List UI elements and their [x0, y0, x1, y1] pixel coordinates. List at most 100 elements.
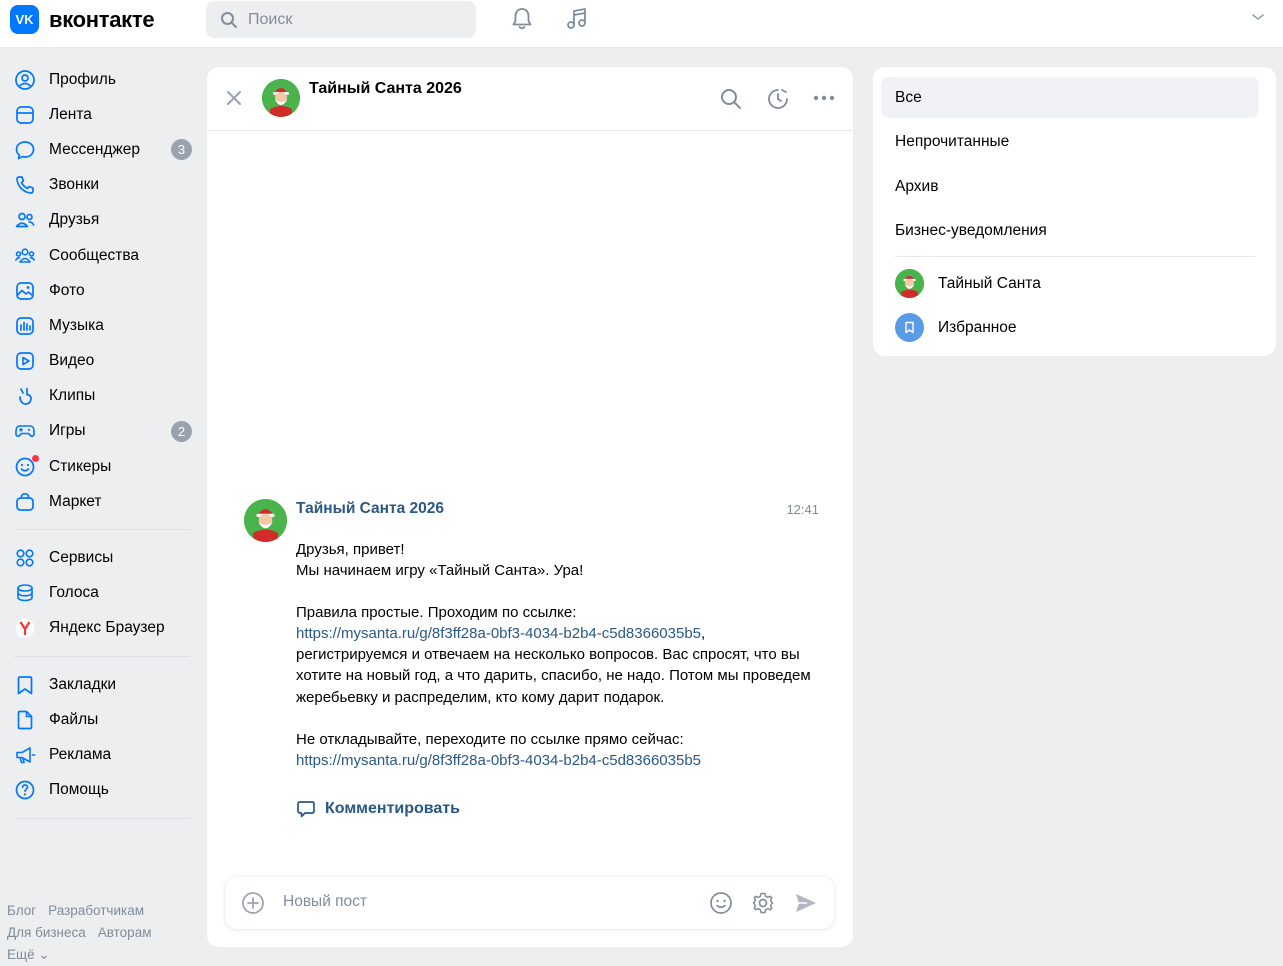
market-icon	[16, 492, 34, 511]
files-icon	[17, 710, 33, 730]
sidebar-item-market[interactable]: Маркет	[0, 484, 200, 519]
message-author-avatar[interactable]	[244, 499, 287, 542]
sidebar-item-label: Звонки	[49, 176, 100, 194]
bookmark-icon	[17, 675, 33, 694]
send-icon[interactable]	[793, 890, 819, 916]
sidebar-item-bookmarks[interactable]: Закладки	[0, 667, 200, 702]
footer-link-business[interactable]: Для бизнеса	[7, 925, 86, 940]
sidebar-item-photo[interactable]: Фото	[0, 273, 200, 308]
music-note-icon[interactable]	[564, 6, 590, 32]
sidebar-item-label: Профиль	[49, 70, 116, 88]
sidebar-item-label: Лента	[49, 105, 92, 123]
search-input[interactable]	[246, 9, 450, 30]
sidebar-item-video[interactable]: Видео	[0, 344, 200, 379]
filter-all[interactable]: Все	[881, 77, 1259, 118]
sidebar-divider	[14, 817, 190, 819]
left-navigation: Профиль Лента Мессенджер 3 Звонки Друзья…	[0, 62, 200, 829]
sidebar-item-clips[interactable]: Клипы	[0, 379, 200, 414]
emoji-icon[interactable]	[709, 891, 733, 915]
footer-link-authors[interactable]: Авторам	[98, 925, 152, 940]
sidebar-item-communities[interactable]: Сообщества	[0, 238, 200, 273]
filter-unread[interactable]: Непрочитанные	[881, 121, 1259, 162]
messenger-icon	[15, 141, 35, 160]
sidebar-item-label: Фото	[49, 281, 85, 299]
vk-logo[interactable]: VK вконтакте	[10, 5, 155, 34]
message-link[interactable]: https://mysanta.ru/g/8f3ff28a-0bf3-4034-…	[296, 752, 701, 769]
close-icon[interactable]	[225, 89, 243, 107]
games-count-badge: 2	[171, 420, 192, 442]
sidebar-item-label: Закладки	[49, 675, 117, 693]
chat-header: Тайный Санта 2026	[207, 67, 853, 131]
santa-avatar-icon	[895, 269, 924, 298]
comment-button[interactable]: Комментировать	[296, 799, 460, 819]
history-icon[interactable]	[766, 87, 790, 111]
search-icon[interactable]	[719, 87, 743, 111]
message-time: 12:41	[786, 502, 819, 517]
sidebar-item-files[interactable]: Файлы	[0, 702, 200, 737]
chevron-down-icon[interactable]	[1251, 12, 1265, 22]
sidebar-item-label: Файлы	[49, 710, 99, 728]
message-line: Мы начинаем игру «Тайный Санта». Ура!	[296, 562, 584, 580]
filter-archive[interactable]: Архив	[881, 166, 1259, 207]
conversation-label: Тайный Санта	[938, 274, 1041, 292]
sidebar-item-votes[interactable]: Голоса	[0, 576, 200, 611]
help-icon	[15, 780, 35, 800]
sidebar-item-profile[interactable]: Профиль	[0, 62, 200, 97]
sidebar-divider	[14, 656, 190, 657]
conversation-favorites[interactable]: Избранное	[895, 313, 1017, 342]
new-stickers-dot	[32, 455, 39, 463]
message-line: Правила простые. Проходим по ссылке:	[296, 604, 577, 622]
filters-panel: Все Непрочитанные Архив Бизнес-уведомлен…	[873, 67, 1276, 356]
filter-business[interactable]: Бизнес-уведомления	[881, 210, 1259, 251]
sidebar-item-label: Голоса	[49, 584, 99, 602]
music-icon	[16, 317, 34, 335]
filter-label: Бизнес-уведомления	[895, 221, 1047, 239]
sidebar-item-music[interactable]: Музыка	[0, 308, 200, 343]
filter-label: Архив	[895, 177, 939, 195]
sidebar-item-services[interactable]: Сервисы	[0, 540, 200, 575]
message-author[interactable]: Тайный Санта 2026	[296, 500, 444, 518]
message-line: Не откладывайте, переходите по ссылке пр…	[296, 730, 684, 748]
sidebar-item-messenger[interactable]: Мессенджер 3	[0, 132, 200, 167]
sidebar-item-label: Реклама	[49, 745, 112, 763]
video-icon	[16, 352, 34, 370]
message-line: Друзья, привет!	[296, 541, 405, 558]
gear-icon[interactable]	[751, 891, 775, 915]
sidebar-item-yandex-browser[interactable]: Яндекс Браузер	[0, 611, 200, 646]
composer-input[interactable]	[281, 892, 685, 912]
footer-link-developers[interactable]: Разработчикам	[48, 903, 144, 918]
sidebar-item-calls[interactable]: Звонки	[0, 168, 200, 203]
friends-icon	[15, 212, 35, 228]
conversation-secret-santa[interactable]: Тайный Санта	[895, 269, 1041, 298]
sidebar-item-games[interactable]: Игры 2	[0, 414, 200, 449]
footer-link-blog[interactable]: Блог	[7, 903, 36, 918]
sidebar-item-feed[interactable]: Лента	[0, 97, 200, 132]
sidebar-item-label: Клипы	[49, 387, 96, 405]
add-attachment-icon[interactable]	[241, 891, 265, 915]
sidebar-item-label: Стикеры	[49, 457, 112, 475]
vk-logo-text: вконтакте	[49, 6, 155, 32]
phone-icon	[16, 176, 34, 195]
chat-avatar[interactable]	[262, 79, 300, 117]
sidebar-item-ads[interactable]: Реклама	[0, 737, 200, 772]
sidebar-item-friends[interactable]: Друзья	[0, 203, 200, 238]
sidebar-item-help[interactable]: Помощь	[0, 773, 200, 808]
filters-divider	[895, 256, 1255, 257]
top-bar: VK вконтакте	[0, 0, 1283, 48]
favorites-avatar	[895, 313, 924, 342]
message-link[interactable]: https://mysanta.ru/g/8f3ff28a-0bf3-4034-…	[296, 625, 701, 642]
sidebar-item-label: Музыка	[49, 316, 104, 334]
footer-link-more[interactable]: Ещё ⌄	[7, 947, 50, 962]
sidebar-item-label: Игры	[49, 422, 86, 440]
sidebar-footer: Блог Разработчикам Для бизнеса Авторам Ещё…	[7, 900, 163, 966]
filter-label: Непрочитанные	[895, 132, 1010, 150]
sidebar-item-stickers[interactable]: Стикеры	[0, 449, 200, 484]
search-box[interactable]	[206, 1, 476, 38]
message-line: регистрируемся и отвечаем на несколько в…	[296, 646, 811, 706]
message-body: Друзья, привет! Мы начинаем игру «Тайный …	[296, 541, 811, 769]
vk-logo-mark: VK	[10, 5, 39, 34]
more-options-icon[interactable]	[813, 95, 835, 101]
bell-icon[interactable]	[509, 6, 535, 32]
santa-avatar-icon	[262, 79, 300, 117]
services-icon	[16, 549, 34, 567]
